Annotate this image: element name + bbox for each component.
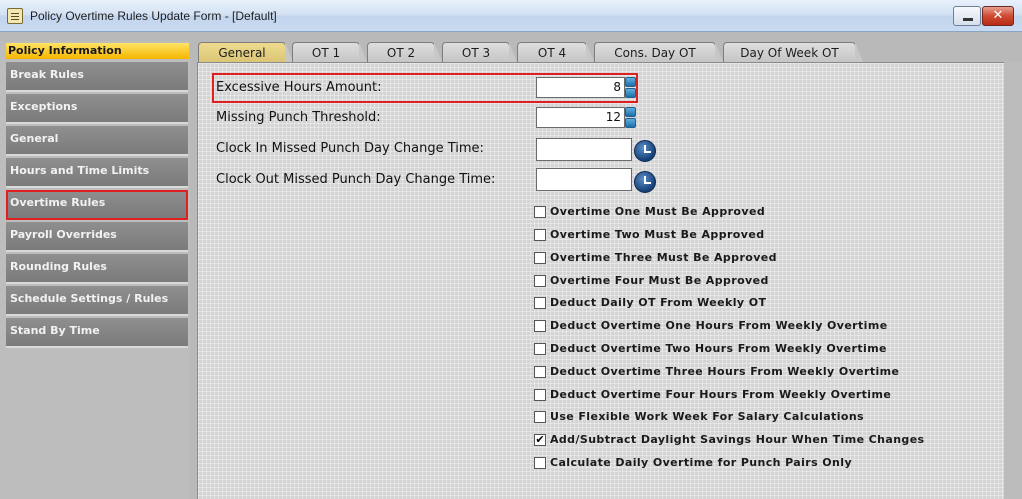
checkbox[interactable]	[534, 297, 546, 309]
checkbox[interactable]	[534, 320, 546, 332]
sidebar-item-stand-by-time[interactable]: Stand By Time	[6, 318, 188, 348]
tab-label: OT 3	[461, 46, 491, 60]
checkbox-label: Deduct Overtime Two Hours From Weekly Ov…	[550, 342, 887, 355]
checkbox-label: Overtime One Must Be Approved	[550, 205, 766, 218]
close-icon: ✕	[992, 8, 1004, 23]
excessive-hours-spinner[interactable]	[625, 77, 636, 98]
sidebar-header: Policy Information	[6, 43, 189, 59]
clock-in-change-label: Clock In Missed Punch Day Change Time:	[216, 141, 484, 156]
checkbox-label: Add/Subtract Daylight Savings Hour When …	[550, 433, 925, 446]
sidebar-item-hours-time-limits[interactable]: Hours and Time Limits	[6, 158, 188, 188]
checkbox-label: Overtime Two Must Be Approved	[550, 228, 765, 241]
checkbox-label: Use Flexible Work Week For Salary Calcul…	[550, 410, 865, 423]
tab-general[interactable]: General	[198, 42, 294, 64]
minimize-button[interactable]	[953, 6, 981, 26]
tab-ot3[interactable]: OT 3	[442, 42, 518, 64]
missing-punch-input[interactable]: 12	[536, 107, 625, 128]
tab-label: Cons. Day OT	[614, 46, 696, 60]
checkbox[interactable]	[534, 389, 546, 401]
tab-label: OT 4	[537, 46, 567, 60]
checkbox[interactable]	[534, 275, 546, 287]
title-bar[interactable]: Policy Overtime Rules Update Form - [Def…	[0, 0, 1022, 32]
checkbox-label: Deduct Overtime Four Hours From Weekly O…	[550, 388, 892, 401]
clock-in-change-input[interactable]	[536, 138, 632, 161]
checkbox-label: Overtime Four Must Be Approved	[550, 274, 769, 287]
tab-ot1[interactable]: OT 1	[292, 42, 368, 64]
close-button[interactable]: ✕	[982, 6, 1014, 26]
checkbox[interactable]	[534, 252, 546, 264]
checkbox-checked[interactable]: ✔	[534, 434, 546, 446]
sidebar-item-payroll-overrides[interactable]: Payroll Overrides	[6, 222, 188, 252]
checkbox-label: Deduct Overtime One Hours From Weekly Ov…	[550, 319, 888, 332]
checkbox[interactable]	[534, 343, 546, 355]
tab-cons-day-ot[interactable]: Cons. Day OT	[594, 42, 724, 64]
sidebar-item-schedule-settings[interactable]: Schedule Settings / Rules	[6, 286, 188, 316]
clock-out-change-input[interactable]	[536, 168, 632, 191]
excessive-hours-input[interactable]: 8	[536, 77, 625, 98]
sidebar-item-break-rules[interactable]: Break Rules	[6, 62, 188, 92]
checkbox[interactable]	[534, 366, 546, 378]
tab-ot2[interactable]: OT 2	[367, 42, 443, 64]
checkbox[interactable]	[534, 457, 546, 469]
sidebar-item-rounding-rules[interactable]: Rounding Rules	[6, 254, 188, 284]
sidebar-item-exceptions[interactable]: Exceptions	[6, 94, 188, 124]
checkbox-label: Deduct Daily OT From Weekly OT	[550, 296, 767, 309]
sidebar-item-general[interactable]: General	[6, 126, 188, 156]
spin-down-icon[interactable]	[625, 118, 636, 128]
checkbox[interactable]	[534, 206, 546, 218]
checkbox-label: Calculate Daily Overtime for Punch Pairs…	[550, 456, 853, 469]
spin-up-icon[interactable]	[625, 107, 636, 117]
tab-label: OT 1	[311, 46, 341, 60]
checkbox[interactable]	[534, 411, 546, 423]
clock-picker-icon[interactable]	[634, 140, 656, 162]
app-form-icon	[7, 8, 23, 24]
policy-sidebar: Policy Information Break Rules Exception…	[0, 41, 190, 499]
spin-up-icon[interactable]	[625, 77, 636, 87]
checkbox-label: Overtime Three Must Be Approved	[550, 251, 777, 264]
tab-label: OT 2	[386, 46, 416, 60]
spin-down-icon[interactable]	[625, 88, 636, 98]
tab-label: General	[218, 46, 266, 60]
missing-punch-spinner[interactable]	[625, 107, 636, 128]
clock-picker-icon[interactable]	[634, 171, 656, 193]
missing-punch-label: Missing Punch Threshold:	[216, 110, 381, 125]
sidebar-item-overtime-rules[interactable]: Overtime Rules	[6, 190, 188, 220]
excessive-hours-label: Excessive Hours Amount:	[216, 80, 382, 95]
window-title: Policy Overtime Rules Update Form - [Def…	[30, 9, 277, 23]
clock-out-change-label: Clock Out Missed Punch Day Change Time:	[216, 172, 496, 187]
tab-label: Day Of Week OT	[740, 46, 839, 60]
minimize-icon	[963, 18, 973, 21]
checkbox[interactable]	[534, 229, 546, 241]
tab-ot4[interactable]: OT 4	[517, 42, 595, 64]
tab-day-of-week-ot[interactable]: Day Of Week OT	[723, 42, 864, 64]
window-right-edge	[1004, 62, 1022, 499]
checkbox-label: Deduct Overtime Three Hours From Weekly …	[550, 365, 900, 378]
